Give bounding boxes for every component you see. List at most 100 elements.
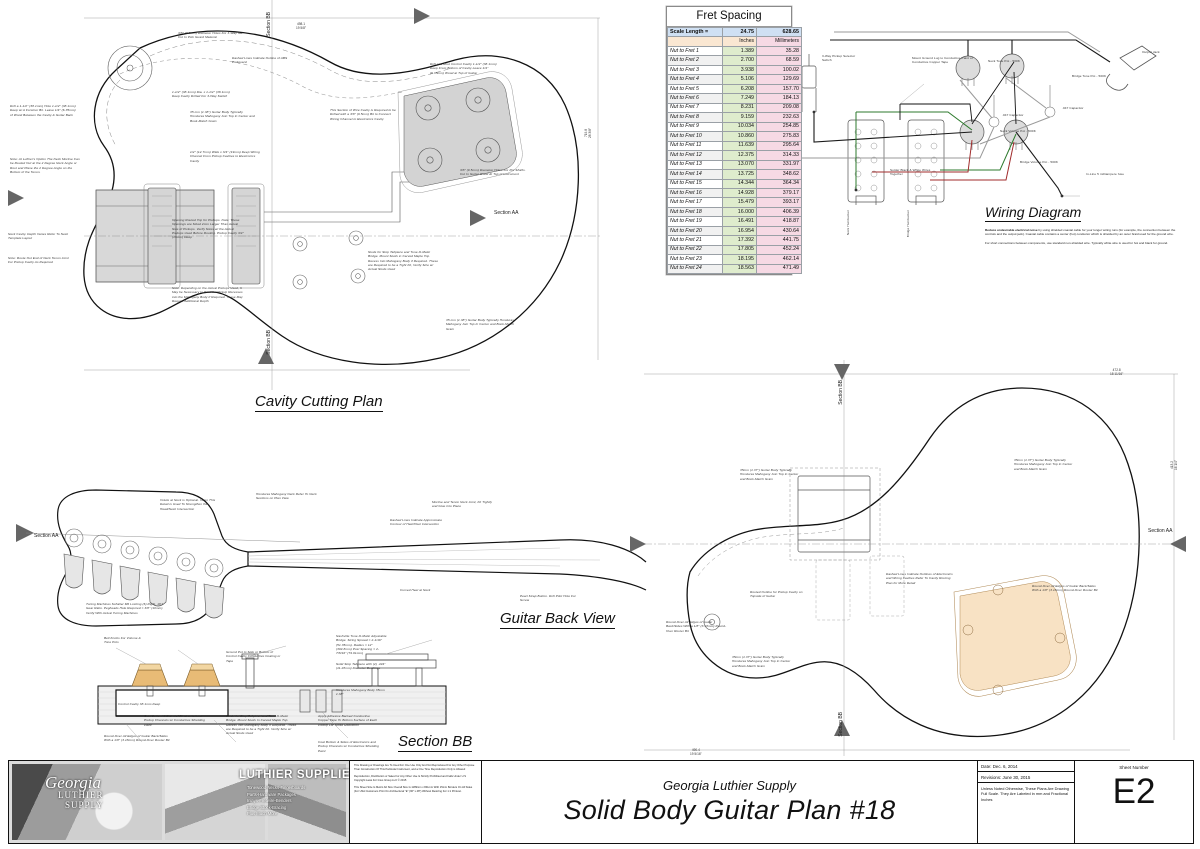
fret-cell-mm: 441.75	[756, 235, 802, 246]
cavity-note-6: This Section of Wire Cavity is Required …	[330, 108, 396, 121]
wiring-label-ground-lug: Mount Ground Lug to Conductive Paint or …	[912, 56, 973, 65]
copyright-paragraph: This Sheet Size Is Metric A0 Size Overal…	[354, 786, 473, 793]
section-mark-bb-back-bottom: Section BB	[838, 712, 844, 737]
section-mark-bb-cavity-bottom: Section BB	[266, 330, 272, 355]
fret-cell-mm: 129.69	[756, 74, 802, 85]
sec-bb-note-bridge: Nashville Tune-O-Matic Adjustable Bridge…	[336, 634, 387, 656]
fret-cell-inch: 17.805	[722, 244, 757, 256]
fret-cell-lbl: Nut to Fret 1	[667, 45, 723, 57]
section-mark-aa-cavity: Section AA	[494, 210, 519, 216]
fret-row: Nut to Fret 9 10.034 254.85	[667, 121, 802, 133]
guitar-back-view-body-drawing	[630, 360, 1186, 756]
fret-cell-inch: 7.249	[722, 93, 757, 104]
wiring-label-fuse: In-Line 5 milliampere fuse	[1086, 172, 1125, 176]
fret-cell-inch: 8.231	[722, 102, 757, 114]
fret-cell-mm: 462.14	[756, 254, 802, 265]
cavity-note-15: 35 mm (1.38") Guitar Body Typically Hond…	[446, 318, 515, 331]
fret-row: Nut to Fret 20 16.954 430.64	[667, 225, 802, 237]
back-note-dashed-cavities: Dashed Lines Indicate Outlines of Electr…	[886, 572, 953, 585]
fret-cell-mm: 232.63	[756, 112, 802, 123]
fret-row: Nut to Fret 13 13.070 331.97	[667, 159, 802, 171]
fret-cell-lbl: Nut to Fret 9	[667, 121, 723, 133]
fret-cell-lbl: Nut to Fret 4	[667, 74, 723, 85]
fret-cell-inch: 5.106	[722, 74, 757, 85]
fret-row: Nut to Fret 4 5.106 129.69	[667, 74, 802, 85]
fret-cell-mm: 379.17	[756, 187, 802, 199]
section-mark-bb-cavity-top: Section BB	[266, 12, 272, 37]
fret-cell-mm: 254.85	[756, 121, 802, 133]
back-note-roundover-2: Round-Over All Edges of Guitar Back/Side…	[1032, 584, 1098, 593]
cavity-note-4: 1-1/2" (38.1mm) Dia. x 1-1/2" (38.1mm) D…	[172, 90, 230, 99]
cavity-note-13: Note: Depending on the Actual Pickups Us…	[172, 286, 243, 303]
fret-cell-inch: 10.860	[722, 131, 757, 142]
fret-cell-lbl: Nut to Fret 17	[667, 197, 723, 208]
dim-back-top-width: 472.8 18 11/16"	[1110, 368, 1124, 376]
fret-row: Nut to Fret 22 17.805 452.24	[667, 244, 802, 256]
cavity-note-3: Drill a 1-1/2" (38.1mm) Hole 1-1/2" (38.…	[10, 104, 76, 117]
fret-cell-lbl: Nut to Fret 20	[667, 225, 723, 237]
dim-back-right-height: 413.2 16 1/4"	[1170, 460, 1178, 470]
wiring-label-bridge-humbucker: Bridge Humbucker	[906, 210, 910, 238]
wiring-label-bridge-volume: Bridge Volume Pot - 500K	[1020, 160, 1058, 164]
sec-bb-note-shield-2: Coat Bottom & Sides of Electronics and P…	[318, 740, 379, 753]
fret-cell-lbl: Scale Length =	[667, 26, 723, 38]
fret-cell-inch: 2.700	[722, 55, 757, 66]
fret-cell-mm: 430.64	[756, 225, 802, 237]
fret-cell-mm: 628.65	[756, 26, 802, 38]
fret-row: Nut to Fret 16 14.928 379.17	[667, 187, 802, 199]
fret-cell-lbl: Nut to Fret 7	[667, 102, 723, 114]
view-title-back-view: Guitar Back View	[500, 610, 615, 629]
back-note-body-2: 35mm (1.37") Guitar Body Typically Hondu…	[1014, 458, 1073, 471]
fret-row: Nut to Fret 21 17.392 441.75	[667, 235, 802, 246]
cavity-note-8: 3/8" (9.5mm) Diameter Holes For Pot Shaf…	[460, 168, 526, 177]
wiring-label-output-jack: Output Jack	[1142, 50, 1160, 54]
fret-cell-mm: 184.13	[756, 93, 802, 104]
fret-cell-inch: 6.208	[722, 83, 757, 95]
fret-table-title: Fret Spacing	[667, 7, 791, 27]
cavity-note-1: Dashed Lines Indicate Outline of ABS Pic…	[232, 56, 288, 65]
title-block-banner: Georgia LUTHIER SUPPLY LUTHIER SUPPLIES …	[9, 761, 350, 843]
sec-bb-note-shield-1: Coat Bottom & Sides of Electronics and P…	[144, 714, 205, 727]
back-note-mortise: Mortise and Tenon Neck Joint, Fit Tightl…	[432, 500, 493, 509]
wiring-note-lead: Reduce undesirable electrical noise	[985, 228, 1038, 232]
fret-cell-lbl: Nut to Fret 12	[667, 150, 723, 161]
fret-cell-inch: 18.563	[722, 263, 757, 275]
fret-spacing-table: Fret Spacing Scale Length = 24.75 628.65 In…	[666, 6, 802, 276]
banner-logo-line1: Georgia	[45, 773, 102, 792]
wiring-label-neck-tone: Neck Tone Pot - 500K	[988, 59, 1021, 63]
fret-cell-inch: 13.725	[722, 169, 757, 180]
fret-cell-lbl: Nut to Fret 18	[667, 206, 723, 218]
fret-cell-mm: 100.02	[756, 64, 802, 76]
fret-cell-mm: Millimeters	[756, 36, 802, 47]
banner-product-list: Tonewood-Necks-Fingerboards Parts-Hardwar…	[247, 785, 305, 818]
fret-cell-lbl: Nut to Fret 23	[667, 254, 723, 265]
banner-list-item: Plus Much More	[247, 811, 278, 816]
fret-row: Nut to Fret 2 2.700 68.59	[667, 55, 802, 66]
sec-bb-note-roundover: Round-Over All Edges of Guitar Back/Side…	[104, 734, 170, 743]
fret-cell-inch: 12.375	[722, 150, 757, 161]
section-mark-aa-back-left: Section AA	[34, 533, 59, 539]
fret-cell-lbl: Nut to Fret 22	[667, 244, 723, 256]
fret-cell-mm: 295.64	[756, 140, 802, 152]
title-block: Georgia LUTHIER SUPPLY LUTHIER SUPPLIES …	[8, 760, 1194, 844]
banner-logo-line3: SUPPLY	[65, 800, 104, 810]
sec-bb-note-cavity-depth: Control Cavity 38.1mm Deep	[118, 702, 161, 706]
fret-row: Nut to Fret 5 6.208 157.70	[667, 83, 802, 95]
fret-row: Nut to Fret 15 14.344 364.34	[667, 178, 802, 189]
title-block-main: Georgia Luthier Supply Solid Body Guitar…	[482, 761, 978, 843]
fret-row: Nut to Fret 1 1.389 35.28	[667, 45, 802, 57]
cavity-note-0: 3/8" (9.5mm) Diameter Holes For 3-Way Sw…	[178, 31, 244, 40]
back-note-body-1: 35mm (1.37") Guitar Body Typically Hondu…	[740, 468, 799, 481]
fret-cell-inch: 16.000	[722, 206, 757, 218]
dim-cavity-top-width: 498.1 19 5/8"	[296, 22, 306, 30]
sec-bb-note-knobs: Bell Knobs For Volume & Tone Pots	[104, 636, 141, 645]
cavity-note-12: Opening Routed Top for Pickups. Note: Th…	[172, 218, 244, 240]
fret-row: Nut to Fret 11 11.639 295.64	[667, 140, 802, 152]
fret-cell-lbl: Nut to Fret 10	[667, 131, 723, 142]
wiring-label-cap-neck: .047 Capacitor	[1002, 113, 1024, 117]
fret-cell-lbl: Nut to Fret 2	[667, 55, 723, 66]
fret-row: Nut to Fret 7 8.231 209.08	[667, 102, 802, 114]
fret-row: Nut to Fret 19 16.491 418.87	[667, 216, 802, 227]
sec-bb-note-ground: Ground Pot to Side or Bottom of Control …	[226, 650, 281, 663]
plan-title: Solid Body Guitar Plan #18	[563, 795, 896, 825]
